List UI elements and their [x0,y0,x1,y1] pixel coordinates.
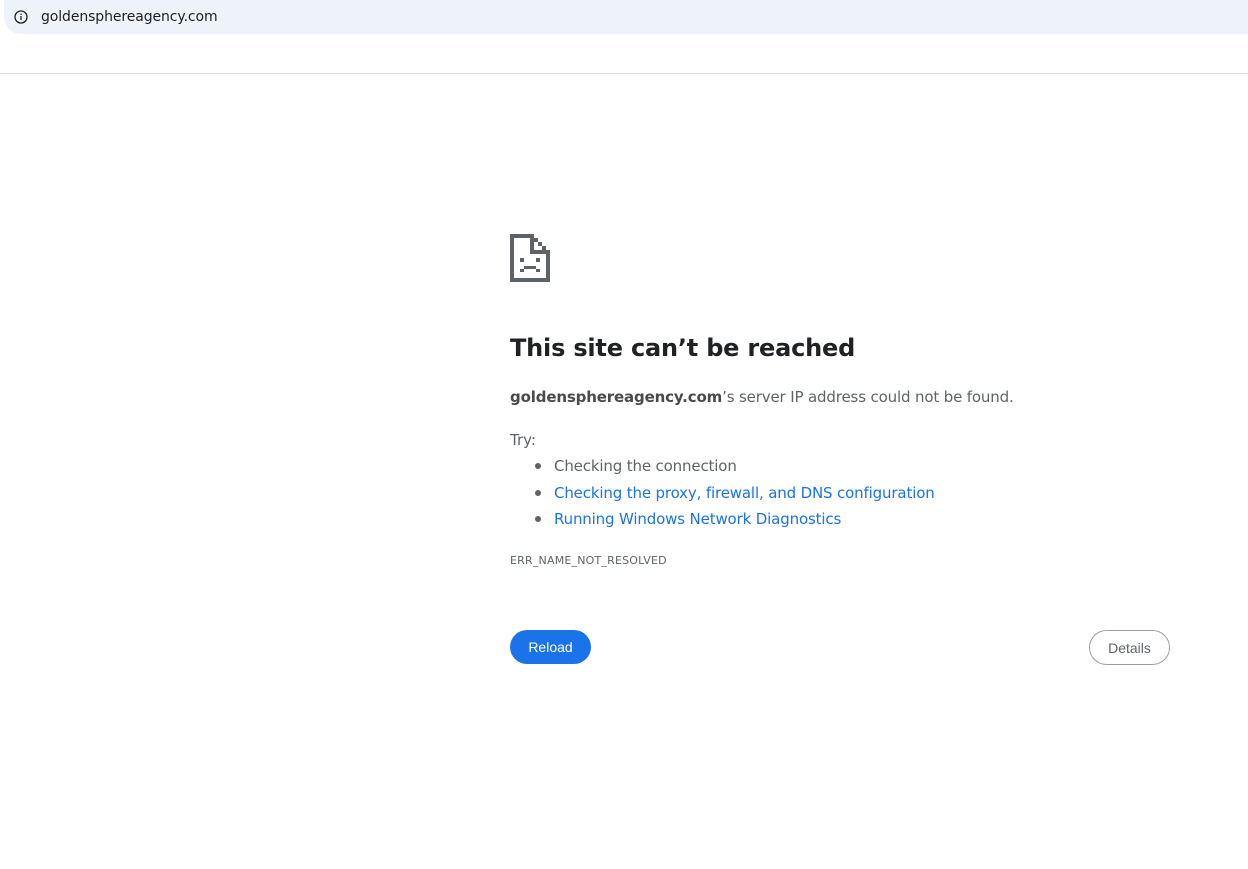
reload-button[interactable]: Reload [510,630,591,664]
info-icon[interactable] [14,10,28,24]
address-bar[interactable]: goldensphereagency.com [4,0,1248,34]
bullet-icon [535,516,541,522]
sad-page-icon [510,234,550,282]
suggestion-label: Checking the connection [554,457,737,475]
error-code: ERR_NAME_NOT_RESOLVED [510,554,667,567]
suggestion-check-connection: Checking the connection [510,454,935,481]
bullet-icon [535,463,541,469]
address-bar-url[interactable]: goldensphereagency.com [41,8,218,26]
suggestion-check-proxy: Checking the proxy, firewall, and DNS co… [510,481,935,508]
error-message: goldensphereagency.com’s server IP addre… [510,388,1014,406]
bullet-icon [535,489,541,496]
check-proxy-link[interactable]: Checking the proxy, firewall, and DNS co… [554,484,935,502]
details-button[interactable]: Details [1089,630,1170,665]
suggestion-network-diagnostics: Running Windows Network Diagnostics [510,507,935,534]
try-label: Try: [510,431,536,449]
network-diagnostics-link[interactable]: Running Windows Network Diagnostics [554,510,841,528]
suggestions-list: Checking the connection Checking the pro… [510,454,935,534]
error-host: goldensphereagency.com [510,388,723,406]
error-message-suffix: ’s server IP address could not be found. [722,388,1014,406]
browser-toolbar: goldensphereagency.com [0,0,1248,74]
page-title: This site can’t be reached [510,334,856,362]
